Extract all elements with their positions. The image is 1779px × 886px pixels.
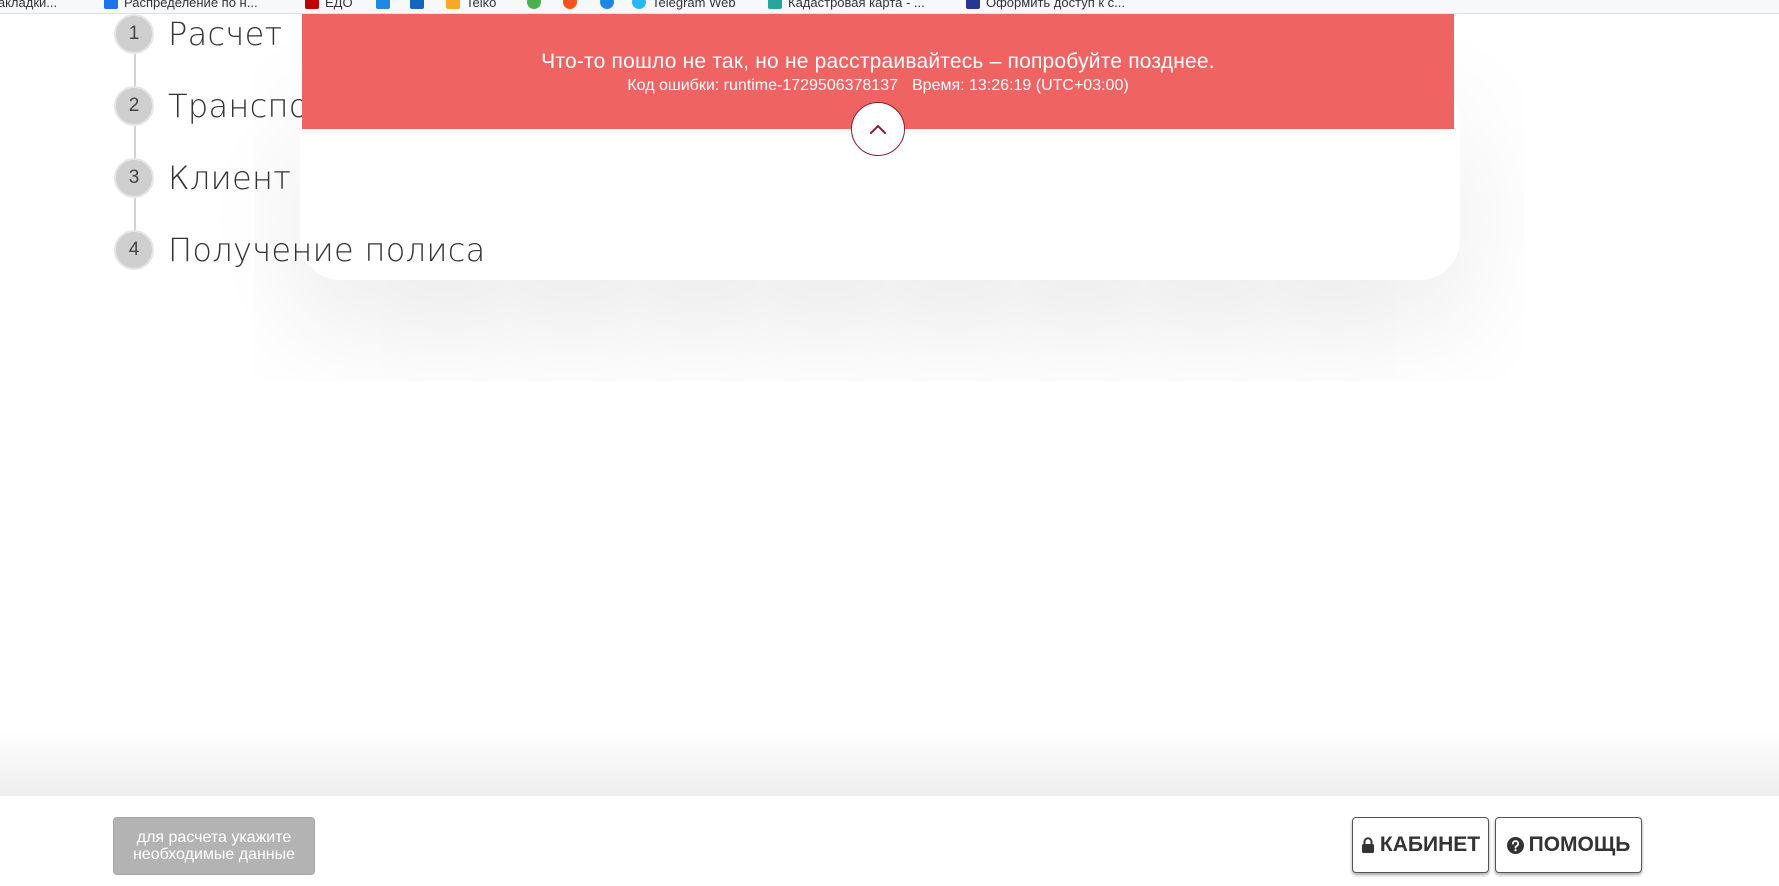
bookmark-item[interactable]: Оформить доступ к с... xyxy=(966,0,1125,11)
bookmark-item[interactable] xyxy=(600,0,620,11)
bookmark-label: Telko xyxy=(466,0,497,10)
bookmark-item[interactable]: Telko xyxy=(446,0,496,11)
calculate-button-line1: для расчета укажите xyxy=(136,829,292,846)
bookmark-favicon-icon xyxy=(527,0,541,9)
bookmark-item[interactable]: Кадастровая карта - ... xyxy=(768,0,925,11)
step-label: Получение полиса xyxy=(168,231,486,269)
error-title: Что-то пошло не так, но не расстраивайте… xyxy=(541,50,1215,73)
step-calculation[interactable]: 1 Расчет xyxy=(114,14,282,54)
bookmark-label: Кадастровая карта - ... xyxy=(788,0,925,10)
help-button[interactable]: ПОМОЩЬ xyxy=(1495,817,1642,873)
bookmark-favicon-icon xyxy=(376,0,390,9)
collapse-error-button[interactable] xyxy=(851,102,905,156)
help-label: ПОМОЩЬ xyxy=(1528,833,1631,856)
bookmark-favicon-icon xyxy=(446,0,460,9)
lock-icon xyxy=(1361,836,1375,854)
step-transport[interactable]: 2 Транспор xyxy=(114,86,329,126)
step-number: 4 xyxy=(114,230,154,270)
bookmark-item[interactable] xyxy=(376,0,396,11)
bookmark-label: Распределение по н... xyxy=(124,0,258,10)
bookmark-favicon-icon xyxy=(563,0,577,9)
bookmark-item[interactable]: Закладки... xyxy=(0,0,57,11)
calculate-button[interactable]: для расчета укажите необходимые данные xyxy=(113,817,315,875)
bookmark-label: Оформить доступ к с... xyxy=(986,0,1126,10)
bookmark-item[interactable] xyxy=(527,0,547,11)
bookmark-item[interactable] xyxy=(410,0,430,11)
bookmark-favicon-icon xyxy=(600,0,614,9)
steps-connector-line xyxy=(134,50,136,250)
bookmark-favicon-icon xyxy=(410,0,424,9)
bookmark-item[interactable]: Распределение по н... xyxy=(104,0,258,11)
bookmarks-bar: Закладки... Распределение по н... ЕДО Te… xyxy=(0,0,1779,14)
step-number: 1 xyxy=(114,14,154,54)
calculate-button-line2: необходимые данные xyxy=(132,846,296,863)
bookmark-favicon-icon xyxy=(104,0,118,9)
error-code: Код ошибки: runtime-1729506378137 xyxy=(627,77,898,94)
bookmark-label: Закладки... xyxy=(0,0,58,10)
error-details: Код ошибки: runtime-1729506378137 Время: … xyxy=(302,77,1454,95)
chevron-up-icon xyxy=(870,125,886,134)
cabinet-label: КАБИНЕТ xyxy=(1379,833,1481,856)
question-circle-icon xyxy=(1506,836,1524,854)
bookmark-favicon-icon xyxy=(966,0,980,9)
footer-fade xyxy=(0,730,1779,796)
bookmark-favicon-icon xyxy=(305,0,319,9)
step-number: 3 xyxy=(114,158,154,198)
bookmark-label: ЕДО xyxy=(325,0,353,10)
bookmark-label: Telegram Web xyxy=(652,0,736,10)
step-label: Клиент xyxy=(168,159,292,197)
step-client[interactable]: 3 Клиент xyxy=(114,158,291,198)
bookmark-favicon-icon xyxy=(768,0,782,9)
bookmark-item[interactable] xyxy=(563,0,583,11)
step-policy[interactable]: 4 Получение полиса xyxy=(114,230,486,270)
step-number: 2 xyxy=(114,86,154,126)
step-label: Расчет xyxy=(168,15,283,53)
error-time: Время: 13:26:19 (UTC+03:00) xyxy=(912,77,1129,94)
bookmark-item[interactable]: ЕДО xyxy=(305,0,353,11)
bookmark-item[interactable]: Telegram Web xyxy=(632,0,736,11)
telegram-icon xyxy=(632,0,646,9)
cabinet-button[interactable]: КАБИНЕТ xyxy=(1352,817,1489,873)
